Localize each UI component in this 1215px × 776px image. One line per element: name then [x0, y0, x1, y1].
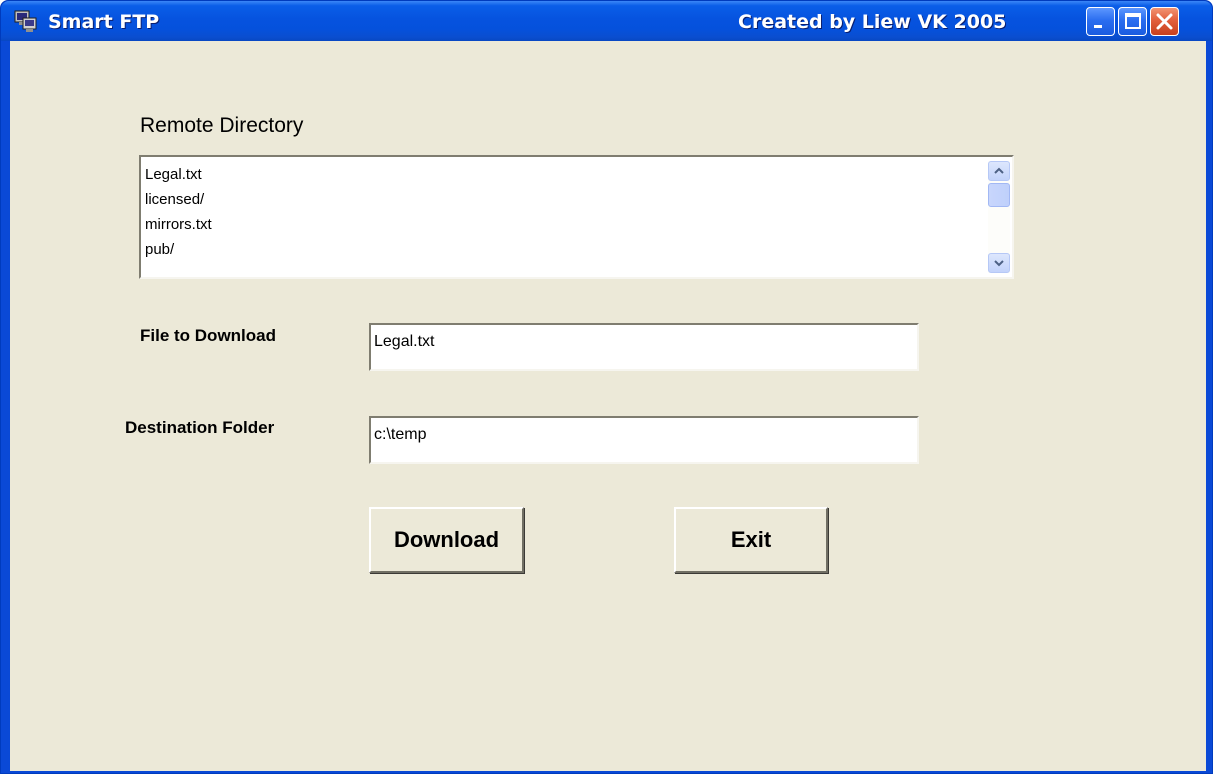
list-item[interactable]: Legal.txt	[145, 162, 212, 187]
remote-directory-list[interactable]: Legal.txt licensed/ mirrors.txt pub/	[139, 155, 1014, 279]
file-to-download-label: File to Download	[140, 326, 276, 345]
file-to-download-field[interactable]	[369, 323, 919, 371]
download-button[interactable]: Download	[369, 507, 524, 573]
window-title: Smart FTP	[48, 11, 160, 33]
scroll-down-button[interactable]	[988, 253, 1010, 273]
close-button[interactable]	[1150, 7, 1179, 36]
ftp-computer-icon[interactable]	[14, 9, 38, 33]
window-credit: Created by Liew VK 2005	[738, 11, 1007, 33]
list-item[interactable]: mirrors.txt	[145, 212, 212, 237]
list-item[interactable]: licensed/	[145, 187, 212, 212]
scroll-up-button[interactable]	[988, 161, 1010, 181]
remote-directory-label: Remote Directory	[140, 114, 304, 137]
destination-folder-label: Destination Folder	[125, 418, 275, 437]
file-to-download-input[interactable]	[374, 331, 904, 353]
exit-button[interactable]: Exit	[674, 507, 828, 573]
list-item[interactable]: pub/	[145, 237, 212, 262]
app-window: Smart FTP Created by Liew VK 2005 Remote…	[0, 0, 1213, 774]
maximize-button[interactable]	[1118, 7, 1147, 36]
destination-folder-input[interactable]	[374, 424, 904, 446]
list-items: Legal.txt licensed/ mirrors.txt pub/	[145, 162, 212, 262]
client-area: Remote Directory Legal.txt licensed/ mir…	[10, 41, 1206, 771]
destination-folder-field[interactable]	[369, 416, 919, 464]
vertical-scrollbar[interactable]	[988, 161, 1010, 273]
minimize-button[interactable]	[1086, 7, 1115, 36]
title-bar[interactable]: Smart FTP Created by Liew VK 2005	[1, 1, 1212, 41]
scrollbar-thumb[interactable]	[988, 183, 1010, 207]
